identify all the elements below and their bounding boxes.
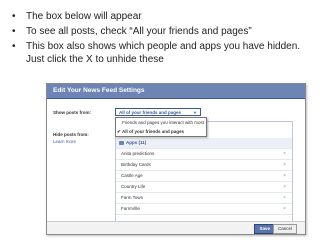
close-icon[interactable]: ×: [283, 182, 286, 192]
chevron-down-icon: ▼: [193, 110, 197, 115]
option-label: Friends and pages you interact with most: [122, 120, 205, 125]
show-posts-label: Show posts from:: [53, 110, 91, 115]
list-item: Birthday Cards ×: [116, 160, 292, 171]
apps-icon: [119, 140, 124, 145]
news-feed-settings-dialog: Edit Your News Feed Settings Show posts …: [46, 83, 306, 235]
bullet-text: The box below will appear: [26, 11, 142, 22]
hide-posts-label: Hide posts from:: [53, 132, 89, 137]
close-icon[interactable]: ×: [283, 160, 286, 170]
bullet-dot: •: [12, 26, 16, 37]
select-value: All of your friends and pages: [119, 110, 182, 115]
list-item: Anita predictions ×: [116, 149, 292, 160]
bullet-item: • To see all posts, check “All your frien…: [12, 25, 312, 38]
close-icon[interactable]: ×: [283, 204, 286, 214]
bullet-text: This box also shows which people and app…: [26, 41, 301, 65]
dropdown-option[interactable]: Friends and pages you interact with most: [116, 118, 206, 127]
bullet-list: • The box below will appear • To see all p…: [12, 10, 312, 68]
bullet-dot: •: [12, 41, 16, 52]
list-item: Castle Age ×: [116, 171, 292, 182]
item-label: FarmVille: [121, 206, 140, 211]
cancel-button[interactable]: Cancel: [272, 224, 297, 234]
close-icon[interactable]: ×: [283, 171, 286, 181]
bullet-dot: •: [12, 11, 16, 22]
learn-more-link[interactable]: Learn more: [53, 139, 76, 144]
bullet-item: • The box below will appear: [12, 10, 312, 23]
apps-group-header: Apps (11): [116, 138, 292, 149]
group-label: Apps (11): [126, 140, 147, 145]
item-label: Birthday Cards: [121, 162, 151, 167]
dialog-title: Edit Your News Feed Settings: [47, 84, 305, 99]
item-label: Country Life: [121, 184, 146, 189]
close-icon[interactable]: ×: [283, 193, 286, 203]
bullet-text: To see all posts, check “All your friend…: [26, 26, 252, 37]
list-item: Farm Town ×: [116, 193, 292, 204]
option-label: All of your friends and pages: [122, 129, 185, 134]
show-posts-dropdown: Friends and pages you interact with most…: [115, 117, 207, 137]
bullet-item: • This box also shows which people and ap…: [12, 40, 312, 66]
list-item: FarmVille ×: [116, 204, 292, 215]
item-label: Castle Age: [121, 173, 143, 178]
list-item: Country Life ×: [116, 182, 292, 193]
dropdown-option-selected[interactable]: ✔ All of your friends and pages: [116, 127, 206, 136]
show-posts-select[interactable]: All of your friends and pages ▼: [115, 108, 201, 116]
check-icon: ✔: [117, 129, 121, 134]
close-icon[interactable]: ×: [283, 149, 286, 159]
dialog-footer: Save Cancel: [47, 221, 305, 234]
save-button[interactable]: Save: [254, 224, 275, 234]
item-label: Anita predictions: [121, 151, 155, 156]
item-label: Farm Town: [121, 195, 144, 200]
